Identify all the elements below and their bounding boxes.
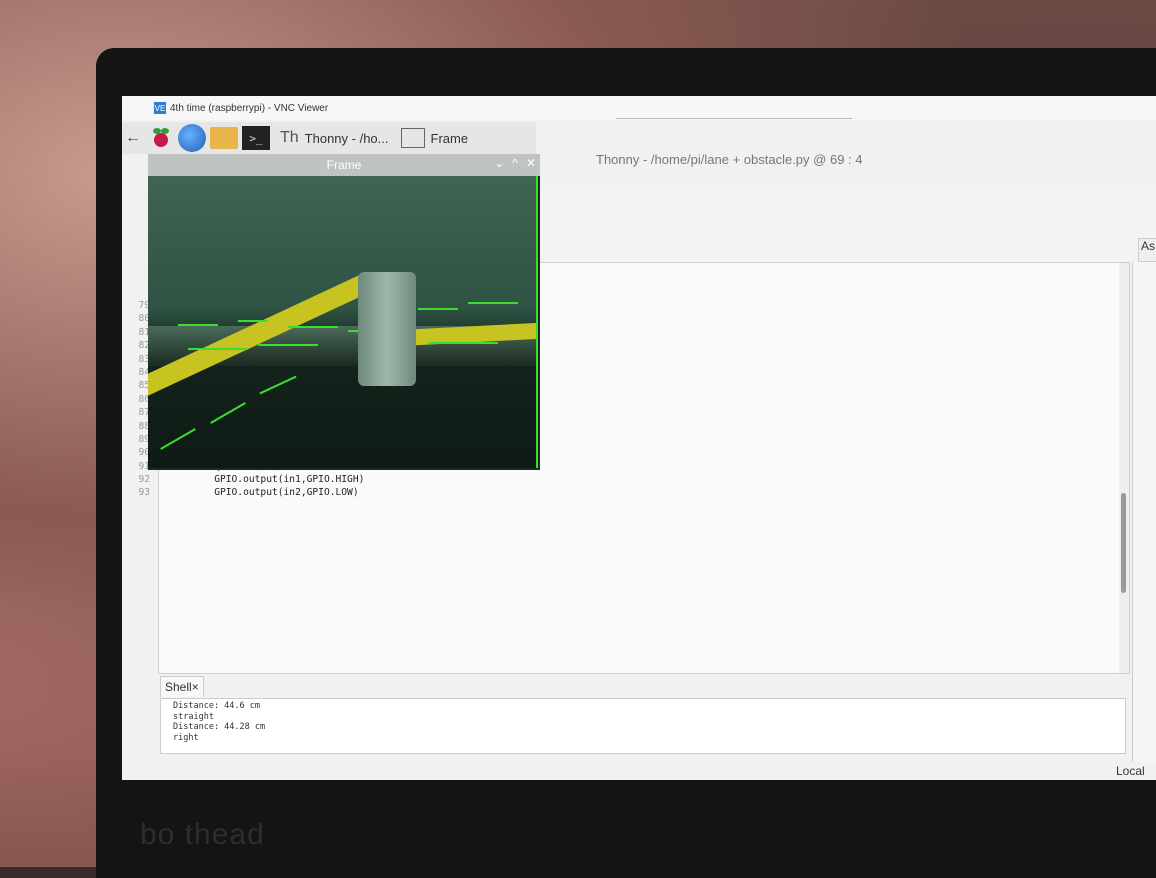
detected-edge (288, 326, 338, 328)
vnc-title-bar: VE 4th time (raspberrypi) - VNC Viewer (122, 96, 1156, 120)
raspberry-menu-icon[interactable] (148, 124, 174, 152)
back-arrow-icon[interactable]: ← (122, 124, 144, 152)
screen: VE 4th time (raspberrypi) - VNC Viewer ←… (122, 96, 1156, 780)
detected-edge (160, 428, 196, 450)
scroll-thumb[interactable] (1121, 493, 1126, 593)
detected-edge (348, 330, 358, 332)
window-icon (400, 128, 425, 148)
detected-edge (536, 176, 538, 468)
shell-line: straight (173, 711, 214, 722)
maximize-icon[interactable]: ^ (512, 156, 518, 170)
minimize-icon[interactable]: ⌄ (494, 156, 504, 170)
assistant-panel (1132, 262, 1156, 762)
shell-line: Distance: 44.28 cm (173, 722, 266, 733)
detected-edge (418, 308, 458, 310)
detected-edge (188, 348, 248, 350)
taskbar-item-thonny[interactable]: Th Thonny - /ho... (274, 124, 395, 152)
file-manager-icon[interactable] (210, 127, 238, 149)
code-line[interactable]: 92 GPIO.output(in1,GPIO.HIGH) (122, 474, 1022, 487)
code-text: GPIO.output(in1,GPIO.HIGH) (168, 474, 365, 486)
web-browser-icon[interactable] (178, 124, 206, 152)
detected-edge (238, 320, 268, 322)
title-divider (616, 118, 852, 119)
detected-edge (178, 324, 218, 326)
camera-feed (148, 176, 538, 468)
shell-output[interactable]: Distance: 44.6 cm straight Distance: 44.28… (160, 698, 1126, 754)
taskbar-item-label: Frame (430, 130, 469, 146)
code-line[interactable]: 93 GPIO.output(in2,GPIO.LOW) (122, 487, 1022, 500)
editor-scrollbar[interactable] (1119, 263, 1129, 673)
pi-taskbar: ← >_ Th Thonny - /ho... Frame (122, 122, 536, 154)
code-text: GPIO.output(in2,GPIO.LOW) (168, 487, 359, 499)
frame-window[interactable]: Frame ⌄ ^ ✕ (148, 154, 540, 470)
taskbar-item-frame[interactable]: Frame (395, 124, 475, 152)
terminal-icon[interactable]: >_ (242, 126, 270, 150)
vnc-logo-icon: VE (154, 102, 166, 114)
monitor-brand: bo thead (140, 818, 265, 851)
thonny-icon: Th (280, 129, 299, 146)
detected-edge (259, 375, 297, 395)
assistant-tab[interactable]: As (1138, 238, 1156, 262)
detected-edge (468, 302, 518, 304)
line-number: 93 (138, 487, 150, 499)
thonny-window-title: Thonny - /home/pi/lane + obstacle.py @ 6… (596, 152, 863, 167)
status-interpreter[interactable]: Local P (1116, 764, 1156, 780)
line-number: 92 (138, 474, 150, 486)
detected-edge (210, 402, 246, 424)
obstacle (358, 272, 416, 386)
shell-line: Distance: 44.6 cm (173, 701, 260, 711)
shell-line: right (173, 732, 199, 743)
tab-label: Shell (165, 680, 192, 694)
close-icon[interactable]: × (192, 680, 199, 694)
tab-shell[interactable]: Shell × (160, 676, 204, 697)
detected-edge (258, 344, 318, 346)
frame-title-bar[interactable]: Frame ⌄ ^ ✕ (148, 154, 540, 176)
frame-title: Frame (326, 158, 362, 172)
close-icon[interactable]: ✕ (526, 156, 536, 170)
detected-edge (428, 342, 498, 344)
taskbar-item-label: Thonny - /ho... (304, 130, 389, 146)
vnc-window-title: 4th time (raspberrypi) - VNC Viewer (170, 102, 329, 114)
